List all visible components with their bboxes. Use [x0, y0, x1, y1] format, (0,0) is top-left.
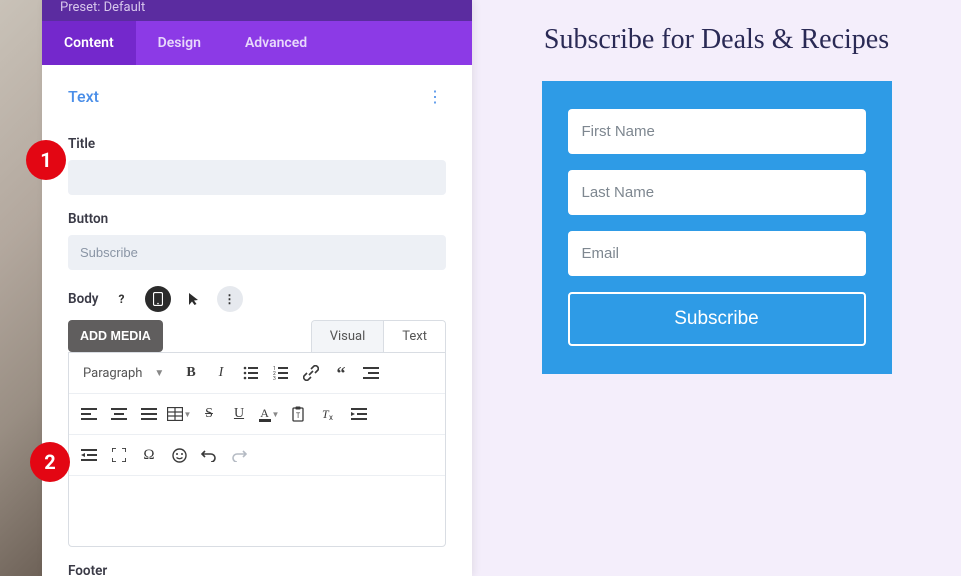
emoji-icon[interactable] [165, 441, 193, 469]
panel-body[interactable]: Text ⋮ Title Button Body ? ⋮ ADD MEDIA V… [42, 65, 472, 576]
section-options-icon[interactable]: ⋮ [423, 83, 446, 110]
email-input[interactable] [568, 231, 866, 276]
editor-tab-visual[interactable]: Visual [312, 321, 385, 352]
settings-panel: Preset: Default Content Design Advanced … [42, 0, 472, 576]
strikethrough-icon[interactable]: S [195, 400, 223, 428]
editor-mode-tabs: Visual Text [311, 320, 446, 352]
panel-tabs: Content Design Advanced [42, 21, 472, 65]
blockquote-icon[interactable]: “ [327, 359, 355, 387]
align-left-icon[interactable] [75, 400, 103, 428]
link-icon[interactable] [297, 359, 325, 387]
last-name-input[interactable] [568, 170, 866, 215]
optin-card: Subscribe [542, 81, 892, 374]
svg-text:3: 3 [273, 376, 276, 380]
undo-icon[interactable] [195, 441, 223, 469]
panel-header: Preset: Default [42, 0, 472, 21]
indent-icon[interactable] [345, 400, 373, 428]
align-justify-icon[interactable] [135, 400, 163, 428]
fullscreen-icon[interactable] [105, 441, 133, 469]
redo-icon[interactable] [225, 441, 253, 469]
title-field-label: Title [68, 136, 446, 152]
table-icon[interactable]: ▼ [165, 400, 193, 428]
paste-text-icon[interactable]: T [285, 400, 313, 428]
tab-design[interactable]: Design [136, 21, 223, 65]
outdent-icon[interactable] [75, 441, 103, 469]
tab-content[interactable]: Content [42, 21, 136, 65]
preview-pane: Subscribe for Deals & Recipes Subscribe [472, 0, 961, 576]
text-color-icon[interactable]: A ▼ [255, 400, 283, 428]
body-editor-area[interactable] [69, 476, 445, 546]
underline-icon[interactable]: U [225, 400, 253, 428]
cursor-icon[interactable] [181, 286, 207, 312]
body-label-text: Body [68, 291, 99, 307]
first-name-input[interactable] [568, 109, 866, 154]
richtext-toolbar: Paragraph▼ B I 123 “ [68, 352, 446, 547]
format-select[interactable]: Paragraph▼ [75, 362, 175, 385]
clear-format-icon[interactable]: Tx [315, 400, 343, 428]
bold-icon[interactable]: B [177, 359, 205, 387]
add-media-button[interactable]: ADD MEDIA [68, 320, 163, 352]
subscribe-button[interactable]: Subscribe [568, 292, 866, 346]
tab-advanced[interactable]: Advanced [223, 21, 329, 65]
preset-selector[interactable]: Preset: Default [60, 0, 145, 15]
page-background-strip [0, 0, 42, 576]
body-more-icon[interactable]: ⋮ [217, 286, 243, 312]
italic-icon[interactable]: I [207, 359, 235, 387]
button-input[interactable] [68, 235, 446, 270]
annotation-badge-1: 1 [26, 140, 66, 180]
align-center-icon[interactable] [105, 400, 133, 428]
footer-field-label: Footer [68, 563, 446, 576]
chevron-down-icon: ▼ [154, 368, 164, 379]
preview-heading: Subscribe for Deals & Recipes [544, 22, 889, 57]
title-input[interactable] [68, 160, 446, 195]
section-title: Text [68, 87, 99, 106]
editor-tab-text[interactable]: Text [384, 321, 445, 352]
bullet-list-icon[interactable] [237, 359, 265, 387]
svg-text:T: T [296, 412, 301, 420]
align-right-icon[interactable] [357, 359, 385, 387]
body-field-label: Body ? ⋮ [68, 286, 446, 312]
annotation-badge-2: 2 [30, 442, 70, 482]
button-field-label: Button [68, 211, 446, 227]
device-mobile-icon[interactable] [145, 286, 171, 312]
numbered-list-icon[interactable]: 123 [267, 359, 295, 387]
svg-text:x: x [329, 413, 333, 422]
help-icon[interactable]: ? [109, 286, 135, 312]
special-char-icon[interactable]: Ω [135, 441, 163, 469]
